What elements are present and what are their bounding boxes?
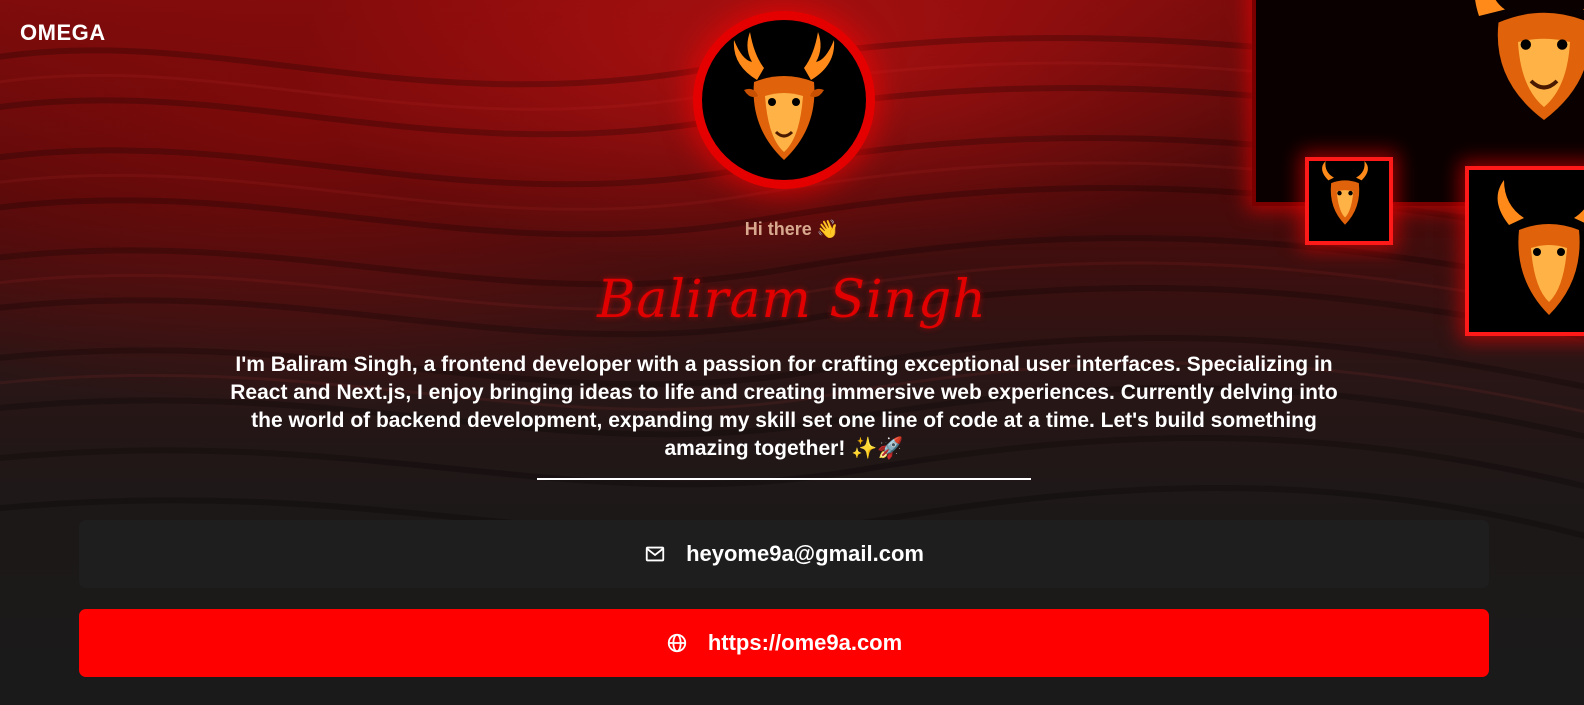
website-label: https://ome9a.com [707,630,903,655]
profile-name: Baliram Singh [597,270,987,330]
divider [537,478,1031,480]
avatar [693,11,875,189]
email-link[interactable]: heyome9a@gmail.com [79,520,1489,588]
deer-logo-icon [733,32,835,160]
greeting-text: Hi there 👋 [744,219,840,239]
site-logo[interactable]: OMEGA [20,20,106,46]
profile-bio: I'm Baliram Singh, a frontend developer … [230,353,1338,460]
profile-page: OMEGA Hi there 👋 Baliram Singh I'm Balir… [0,0,1584,705]
email-label: heyome9a@gmail.com [686,541,924,566]
globe-icon [666,632,688,654]
website-link[interactable]: https://ome9a.com [79,609,1489,677]
mail-icon [644,543,666,565]
